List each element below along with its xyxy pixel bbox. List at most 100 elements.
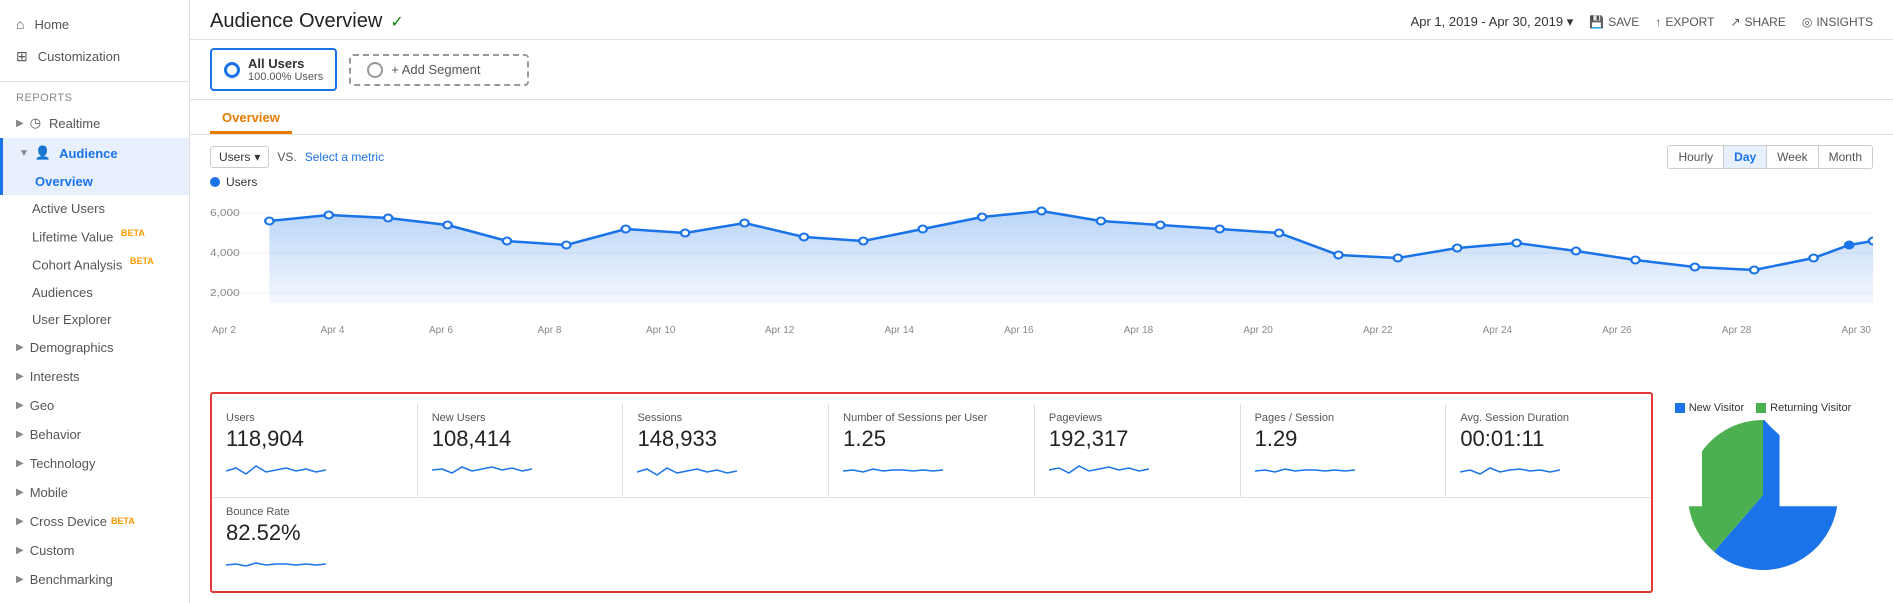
sparkline-new-users bbox=[432, 456, 532, 486]
metric-new-users-label: New Users bbox=[432, 412, 609, 424]
metric-bounce-rate-value: 82.52% bbox=[226, 520, 358, 546]
sidebar-item-technology[interactable]: ▶ Technology bbox=[0, 449, 189, 478]
verified-icon: ✓ bbox=[390, 12, 403, 32]
sidebar-item-lifetime-value[interactable]: Lifetime Value BETA bbox=[0, 222, 189, 250]
tab-overview[interactable]: Overview bbox=[210, 104, 292, 134]
sidebar-item-overview[interactable]: Overview bbox=[0, 168, 189, 195]
expand-arrow-behavior-icon: ▶ bbox=[16, 429, 24, 440]
date-range[interactable]: Apr 1, 2019 - Apr 30, 2019 ▾ bbox=[1411, 14, 1574, 30]
metric-new-users-value: 108,414 bbox=[432, 426, 609, 452]
x-label: Apr 16 bbox=[1004, 325, 1033, 336]
share-icon: ↗ bbox=[1730, 15, 1740, 29]
sidebar-item-cohort-analysis[interactable]: Cohort Analysis BETA bbox=[0, 250, 189, 278]
metric-sessions-value: 148,933 bbox=[637, 426, 814, 452]
expand-arrow-cross-device-icon: ▶ bbox=[16, 516, 24, 527]
expand-arrow-benchmarking-icon: ▶ bbox=[16, 574, 24, 585]
legend-dot bbox=[210, 177, 220, 187]
time-btn-month[interactable]: Month bbox=[1819, 146, 1872, 168]
export-button[interactable]: ↑ EXPORT bbox=[1655, 15, 1714, 29]
metric-dropdown[interactable]: Users ▾ bbox=[210, 146, 269, 168]
page-title: Audience Overview ✓ bbox=[210, 10, 404, 33]
sidebar-item-demographics[interactable]: ▶ Demographics bbox=[0, 333, 189, 362]
audiences-label: Audiences bbox=[32, 285, 93, 300]
sparkline-sessions bbox=[637, 456, 737, 486]
beta-badge-cohort: BETA bbox=[130, 256, 154, 266]
segment-chip-content: All Users 100.00% Users bbox=[248, 56, 323, 83]
sidebar-item-audiences[interactable]: Audiences bbox=[0, 279, 189, 306]
x-label: Apr 22 bbox=[1363, 325, 1392, 336]
metric-pageviews-label: Pageviews bbox=[1049, 412, 1226, 424]
sidebar-item-interests[interactable]: ▶ Interests bbox=[0, 362, 189, 391]
share-button[interactable]: ↗ SHARE bbox=[1730, 15, 1785, 29]
export-icon: ↑ bbox=[1655, 15, 1661, 29]
active-users-label: Active Users bbox=[32, 201, 105, 216]
x-label: Apr 20 bbox=[1243, 325, 1272, 336]
sidebar-item-cross-device[interactable]: ▶ Cross Device BETA bbox=[0, 507, 189, 536]
lifetime-value-label: Lifetime Value bbox=[32, 229, 113, 244]
insights-button[interactable]: ◎ INSIGHTS bbox=[1802, 15, 1873, 29]
header-actions: Apr 1, 2019 - Apr 30, 2019 ▾ 💾 SAVE ↑ EX… bbox=[1411, 14, 1873, 30]
returning-visitor-legend-label: Returning Visitor bbox=[1770, 402, 1851, 414]
time-btn-day[interactable]: Day bbox=[1724, 146, 1767, 168]
sidebar-item-home[interactable]: ⌂ Home bbox=[0, 8, 189, 40]
customization-icon: ⊞ bbox=[16, 48, 28, 65]
pie-legend: New Visitor Returning Visitor bbox=[1663, 402, 1863, 414]
pie-chart-area: New Visitor Returning Visitor 81.2% 18.8… bbox=[1653, 392, 1873, 593]
cohort-analysis-label: Cohort Analysis bbox=[32, 258, 122, 273]
select-metric-link[interactable]: Select a metric bbox=[305, 150, 384, 164]
metric-users: Users 118,904 bbox=[212, 404, 418, 497]
pie-legend-returning-visitor: Returning Visitor bbox=[1756, 402, 1851, 414]
sidebar-item-behavior[interactable]: ▶ Behavior bbox=[0, 420, 189, 449]
x-label: Apr 26 bbox=[1602, 325, 1631, 336]
sidebar-item-benchmarking[interactable]: ▶ Benchmarking bbox=[0, 565, 189, 594]
time-btn-hourly[interactable]: Hourly bbox=[1668, 146, 1724, 168]
metric-users-value: 118,904 bbox=[226, 426, 403, 452]
sidebar-item-mobile[interactable]: ▶ Mobile bbox=[0, 478, 189, 507]
sidebar-item-customization[interactable]: ⊞ Customization bbox=[0, 40, 189, 73]
metric-pageviews: Pageviews 192,317 bbox=[1035, 404, 1241, 497]
sparkline-pageviews bbox=[1049, 456, 1149, 486]
sidebar-item-realtime[interactable]: ▶ ◷ Realtime bbox=[0, 108, 189, 138]
metric-selector: Users ▾ VS. Select a metric bbox=[210, 146, 384, 168]
all-users-label: All Users bbox=[248, 56, 323, 71]
metric-sessions-per-user: Number of Sessions per User 1.25 bbox=[829, 404, 1035, 497]
chart-container: Users ▾ VS. Select a metric Hourly Day W… bbox=[190, 135, 1893, 392]
sidebar-item-geo[interactable]: ▶ Geo bbox=[0, 391, 189, 420]
x-label: Apr 10 bbox=[646, 325, 675, 336]
save-button[interactable]: 💾 SAVE bbox=[1589, 15, 1639, 29]
sparkline-bounce-rate bbox=[226, 550, 326, 580]
sidebar-item-custom[interactable]: ▶ Custom bbox=[0, 536, 189, 565]
svg-text:6,000: 6,000 bbox=[210, 208, 240, 219]
x-axis-labels: Apr 2Apr 3Apr 4Apr 5Apr 6Apr 7Apr 8Apr 9… bbox=[210, 325, 1873, 336]
metric-pages-per-session: Pages / Session 1.29 bbox=[1241, 404, 1447, 497]
sparkline-sessions-per-user bbox=[843, 456, 943, 486]
sparkline-pages-per-session bbox=[1255, 456, 1355, 486]
add-segment-button[interactable]: + Add Segment bbox=[349, 54, 529, 86]
metric-avg-session-duration-label: Avg. Session Duration bbox=[1460, 412, 1637, 424]
metrics-grid-wrap: Users 118,904 New Users 108,414 Sessions… bbox=[190, 392, 1893, 603]
x-label: Apr 12 bbox=[765, 325, 794, 336]
expand-arrow-icon: ▶ bbox=[16, 118, 24, 129]
metrics-row-2: Bounce Rate 82.52% bbox=[212, 498, 1651, 591]
metric-sessions: Sessions 148,933 bbox=[623, 404, 829, 497]
sparkline-avg-session bbox=[1460, 456, 1560, 486]
new-visitor-legend-label: New Visitor bbox=[1689, 402, 1744, 414]
sidebar-item-user-explorer[interactable]: User Explorer bbox=[0, 306, 189, 333]
x-label: Apr 14 bbox=[885, 325, 914, 336]
line-chart-svg: 6,000 4,000 2,000 bbox=[210, 193, 1873, 313]
clock-icon: ◷ bbox=[30, 115, 41, 131]
all-users-segment[interactable]: All Users 100.00% Users bbox=[210, 48, 337, 91]
sidebar-item-audience[interactable]: ▼ 👤 Audience bbox=[0, 138, 189, 168]
segment-bar: All Users 100.00% Users + Add Segment bbox=[190, 40, 1893, 100]
sidebar-item-active-users[interactable]: Active Users bbox=[0, 195, 189, 222]
technology-label: Technology bbox=[30, 456, 96, 471]
chart-controls: Users ▾ VS. Select a metric Hourly Day W… bbox=[210, 145, 1873, 169]
home-label: Home bbox=[34, 17, 69, 32]
metric-avg-session-duration: Avg. Session Duration 00:01:11 bbox=[1446, 404, 1651, 497]
time-btn-week[interactable]: Week bbox=[1767, 146, 1818, 168]
insights-icon: ◎ bbox=[1802, 15, 1812, 29]
tab-row: Overview bbox=[190, 100, 1893, 135]
line-chart: 6,000 4,000 2,000 bbox=[210, 193, 1873, 323]
time-granularity-selector: Hourly Day Week Month bbox=[1667, 145, 1873, 169]
pie-legend-new-visitor: New Visitor bbox=[1675, 402, 1744, 414]
